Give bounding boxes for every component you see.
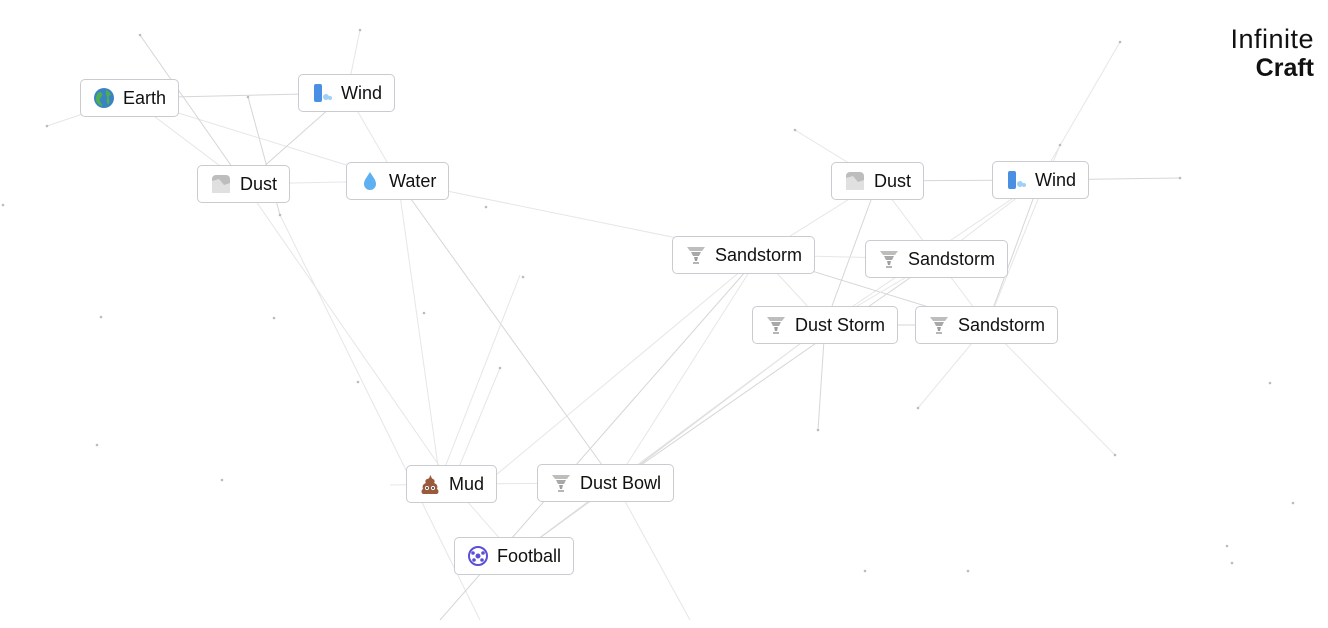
element-sandstorm[interactable]: Sandstorm	[915, 306, 1059, 344]
connection-line	[397, 180, 616, 484]
dust-cloud-icon	[844, 170, 866, 192]
element-sandstorm[interactable]: Sandstorm	[672, 236, 816, 274]
earth-globe-icon	[93, 87, 115, 109]
element-wind[interactable]: Wind	[298, 74, 396, 112]
connection-line	[489, 254, 761, 481]
connection-lines	[1, 28, 1295, 621]
background-dot	[521, 275, 525, 279]
connection-line	[614, 482, 691, 621]
tornado-icon	[550, 472, 572, 494]
background-dot	[95, 443, 99, 447]
dust-cloud-icon	[210, 173, 232, 195]
background-dot	[99, 315, 103, 319]
background-dot	[1118, 40, 1122, 44]
background-dot	[1178, 176, 1182, 180]
poop-icon	[419, 473, 441, 495]
logo-line-1: Infinite	[1230, 24, 1314, 54]
background-dot	[272, 316, 276, 320]
background-dot	[484, 205, 488, 209]
background-dot	[863, 569, 867, 573]
background-dot	[1, 203, 5, 207]
element-label: Dust	[874, 170, 912, 191]
element-wind[interactable]: Wind	[992, 161, 1090, 199]
tornado-icon	[878, 248, 900, 270]
background-dot	[498, 366, 502, 370]
element-label: Dust Bowl	[580, 472, 662, 493]
connection-line	[1039, 41, 1121, 181]
background-dot	[1291, 501, 1295, 505]
element-label: Sandstorm	[908, 248, 996, 269]
connection-line	[243, 183, 453, 485]
wind-face-icon	[311, 82, 333, 104]
tornado-icon	[928, 314, 950, 336]
soccer-ball-icon	[467, 545, 489, 567]
water-drop-icon	[359, 170, 381, 192]
background-dot	[45, 124, 49, 128]
background-dot	[1058, 143, 1062, 147]
connection-line	[614, 254, 761, 484]
connection-line	[614, 258, 938, 484]
element-label: Earth	[123, 87, 167, 108]
element-sandstorm[interactable]: Sandstorm	[865, 240, 1009, 278]
element-earth[interactable]: Earth	[80, 79, 180, 117]
connection-line	[397, 180, 441, 481]
background-dot	[793, 128, 797, 132]
background-dot	[246, 95, 250, 99]
infinite-craft-logo: Infinite Craft	[1230, 26, 1314, 81]
background-dot	[138, 33, 142, 37]
background-dot	[966, 569, 970, 573]
element-dust-bowl[interactable]: Dust Bowl	[537, 464, 675, 502]
element-label: Wind	[341, 82, 383, 103]
background-dot	[358, 28, 362, 32]
element-mud[interactable]: Mud	[406, 465, 498, 503]
element-dust[interactable]: Dust	[197, 165, 291, 203]
connection-line	[279, 214, 481, 621]
background-dot	[1225, 544, 1229, 548]
logo-line-2: Craft	[1255, 54, 1314, 82]
background-dot	[278, 213, 282, 217]
element-label: Dust Storm	[795, 314, 886, 335]
element-water[interactable]: Water	[346, 162, 450, 200]
wind-face-icon	[1005, 169, 1027, 191]
background-dot	[916, 406, 920, 410]
background-dot	[356, 380, 360, 384]
element-label: Dust	[240, 173, 278, 194]
element-dust-storm[interactable]: Dust Storm	[752, 306, 899, 344]
background-dot	[1230, 561, 1234, 565]
background-dot	[1113, 453, 1117, 457]
connection-line	[439, 274, 521, 481]
element-label: Mud	[449, 473, 485, 494]
connection-line	[986, 324, 1116, 456]
tornado-icon	[685, 244, 707, 266]
element-label: Wind	[1035, 169, 1077, 190]
element-label: Sandstorm	[958, 314, 1046, 335]
element-football[interactable]: Football	[454, 537, 575, 575]
background-dot	[422, 311, 426, 315]
background-dot	[1268, 381, 1272, 385]
element-label: Sandstorm	[715, 244, 803, 265]
background-dot	[816, 428, 820, 432]
element-dust[interactable]: Dust	[831, 162, 925, 200]
element-label: Water	[389, 170, 437, 191]
connection-line	[514, 324, 826, 557]
element-label: Football	[497, 545, 562, 566]
background-dot	[220, 478, 224, 482]
tornado-icon	[765, 314, 787, 336]
